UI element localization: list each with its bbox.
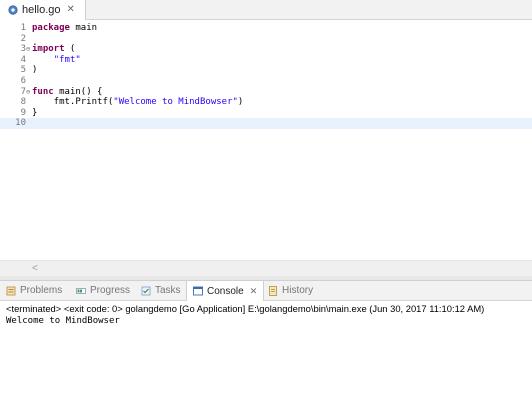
code-line[interactable]: 2: [0, 34, 532, 45]
code-token: main: [69, 23, 98, 33]
keyword-token: package: [32, 23, 70, 33]
line-number: 10: [15, 118, 26, 129]
console-view[interactable]: <terminated> <exit code: 0> golangdemo […: [0, 301, 532, 408]
tab-label: Console: [207, 285, 244, 297]
code-line[interactable]: 3 ⊖ import (: [0, 44, 532, 55]
code-token: ): [237, 97, 244, 108]
line-number: 7: [20, 86, 26, 97]
code-line[interactable]: 7 ⊖ func main() {: [0, 87, 532, 98]
keyword-token: func: [32, 86, 54, 97]
code-token: }: [32, 107, 38, 118]
line-number: 5: [20, 65, 26, 76]
code-token: main() {: [53, 86, 103, 97]
problems-icon: [6, 286, 16, 295]
scroll-left-icon[interactable]: <: [32, 263, 38, 274]
code-line[interactable]: 6: [0, 76, 532, 87]
code-text: }: [32, 108, 37, 119]
tab-tasks[interactable]: Tasks: [141, 281, 181, 300]
history-icon: [269, 285, 277, 296]
tab-label: Tasks: [155, 285, 181, 296]
console-status-line: <terminated> <exit code: 0> golangdemo […: [6, 303, 485, 314]
editor-horizontal-scrollbar[interactable]: <: [0, 260, 532, 276]
code-line[interactable]: 10: [0, 118, 532, 129]
line-number: 9: [20, 107, 26, 118]
tab-problems[interactable]: Problems: [6, 281, 62, 300]
editor-tab-label: hello.go: [22, 4, 61, 16]
code-text: import (: [32, 44, 75, 55]
code-text: func main() {: [32, 87, 102, 98]
code-token: (: [64, 44, 76, 55]
close-icon[interactable]: ✕: [250, 286, 258, 297]
string-token: "fmt": [53, 54, 81, 65]
string-token: "Welcome to MindBowser": [113, 97, 238, 108]
fold-toggle-icon[interactable]: ⊖: [26, 44, 31, 55]
code-text: package main: [32, 23, 97, 34]
code-text: fmt.Printf("Welcome to MindBowser"): [32, 97, 244, 108]
console-output: Welcome to MindBowser: [6, 316, 120, 326]
tab-label: Problems: [20, 285, 63, 296]
line-number: 2: [20, 33, 26, 44]
editor-tab-bar: hello.go ✕: [0, 0, 532, 20]
tab-console[interactable]: Console ✕: [186, 281, 265, 301]
line-number: 4: [20, 54, 26, 65]
code-line[interactable]: 5): [0, 65, 532, 76]
tasks-icon: [141, 286, 151, 295]
tab-label: Progress: [90, 285, 131, 296]
line-number: 6: [20, 76, 26, 86]
console-icon: [193, 286, 203, 296]
code-line[interactable]: 1 package main: [0, 23, 532, 34]
code-line[interactable]: 8 fmt.Printf("Welcome to MindBowser"): [0, 97, 532, 108]
tab-history[interactable]: History: [268, 281, 313, 300]
progress-icon: [76, 287, 86, 294]
code-line[interactable]: 4 "fmt": [0, 55, 532, 66]
code-token: fmt.Printf(: [32, 97, 114, 108]
tab-progress[interactable]: Progress: [76, 281, 130, 300]
code-text: ): [32, 65, 37, 76]
tab-label: History: [282, 285, 314, 296]
code-text: "fmt": [32, 55, 81, 66]
view-tab-bar: Problems Progress Tasks Console ✕ Histor…: [0, 281, 532, 301]
fold-toggle-icon[interactable]: ⊖: [26, 87, 31, 98]
line-number: 1: [20, 23, 26, 33]
code-editor[interactable]: 1 package main 2 3 ⊖ import (4 "fmt" 5) 6 7 ⊖ func…: [0, 20, 532, 276]
keyword-token: import: [32, 44, 65, 55]
code-line[interactable]: 9}: [0, 108, 532, 119]
go-file-icon: [8, 5, 18, 15]
code-token: ): [32, 65, 38, 76]
line-number: 8: [20, 97, 26, 108]
close-icon[interactable]: ✕: [67, 5, 75, 15]
editor-tab-hello-go[interactable]: hello.go ✕: [0, 0, 86, 20]
line-number: 3: [20, 44, 26, 55]
